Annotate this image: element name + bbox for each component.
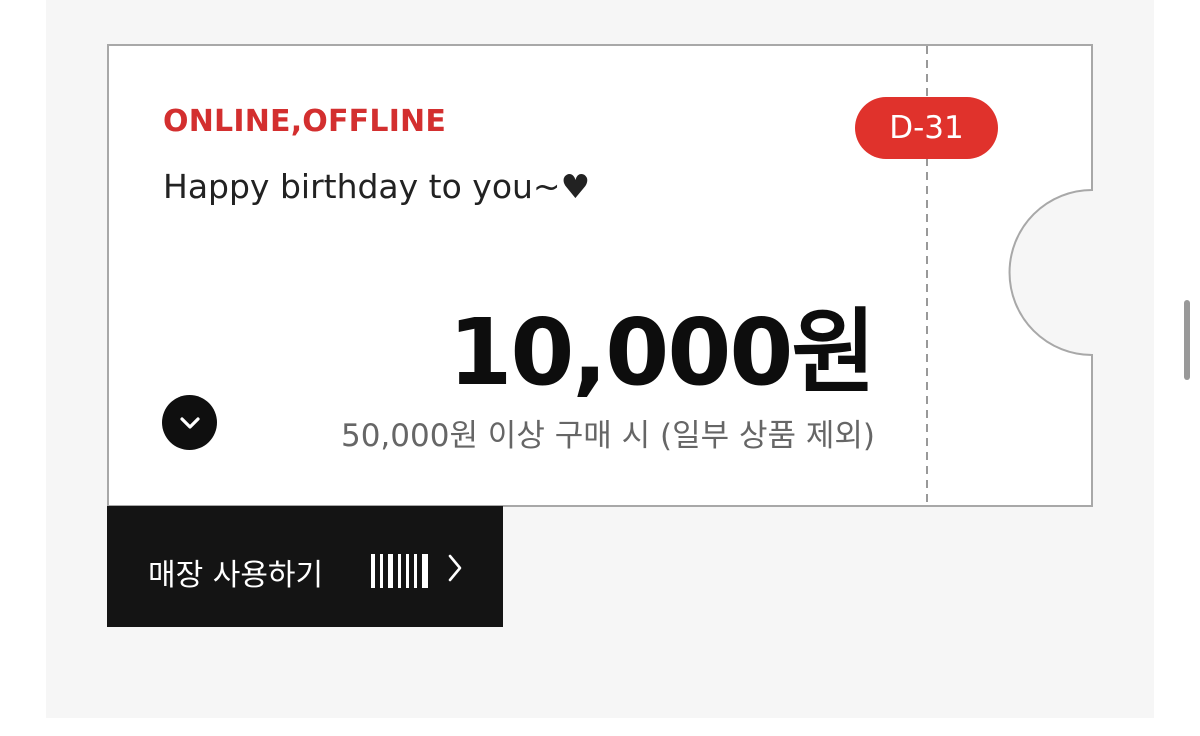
- coupon-message: Happy birthday to you~♥: [163, 167, 591, 206]
- coupon-amount: 10,000원: [448, 299, 876, 406]
- scrollbar[interactable]: [1184, 300, 1190, 380]
- use-in-store-label: 매장 사용하기: [148, 558, 324, 593]
- coupon-condition: 50,000원 이상 구매 시 (일부 상품 제외): [340, 418, 875, 454]
- chevron-right-icon: [448, 554, 462, 582]
- barcode-icon: [371, 554, 428, 588]
- d-day-badge: D-31: [855, 97, 998, 159]
- coupon-channel: ONLINE,OFFLINE: [163, 104, 447, 139]
- use-in-store-button[interactable]: 매장 사용하기: [107, 506, 503, 627]
- expand-details-button[interactable]: [162, 395, 217, 450]
- chevron-down-icon: [179, 416, 200, 429]
